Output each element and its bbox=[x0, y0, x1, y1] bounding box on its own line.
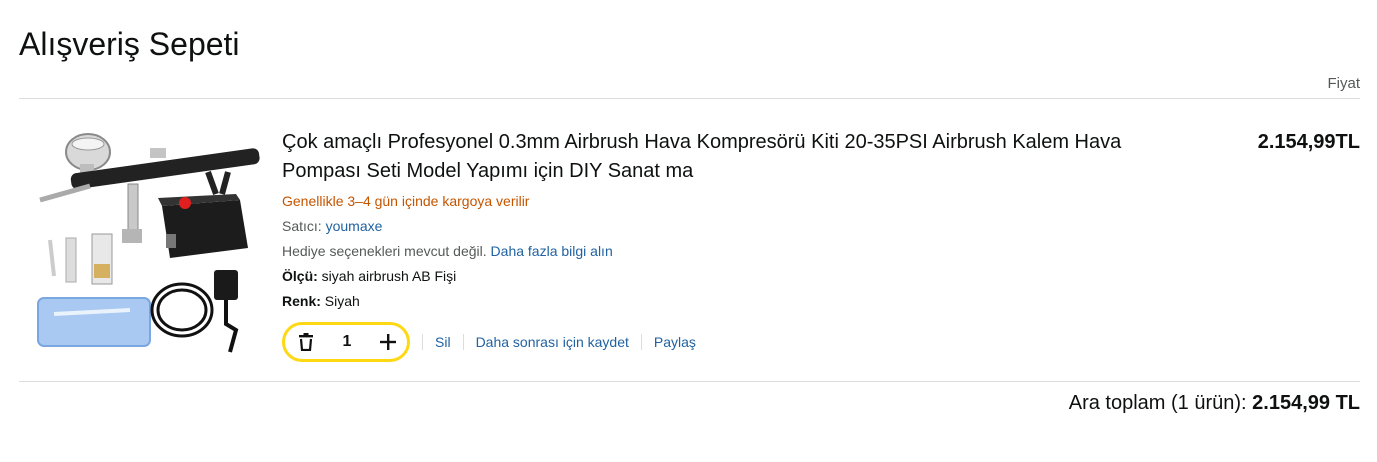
share-link[interactable]: Paylaş bbox=[654, 334, 696, 350]
size-value: siyah airbrush AB Fişi bbox=[321, 268, 457, 284]
gift-options-line: Hediye seçenekleri mevcut değil. Daha fa… bbox=[282, 241, 1182, 261]
quantity-stepper: 1 bbox=[282, 322, 410, 362]
delete-link[interactable]: Sil bbox=[435, 334, 451, 350]
color-label: Renk: bbox=[282, 293, 321, 309]
divider bbox=[19, 381, 1360, 382]
action-separator bbox=[422, 334, 423, 350]
size-line: Ölçü: siyah airbrush AB Fişi bbox=[282, 266, 1182, 286]
size-label: Ölçü: bbox=[282, 268, 318, 284]
gift-options-text: Hediye seçenekleri mevcut değil. bbox=[282, 243, 487, 259]
airbrush-kit-icon bbox=[37, 133, 260, 353]
plus-icon bbox=[380, 334, 396, 350]
seller-link[interactable]: youmaxe bbox=[326, 218, 383, 234]
page-title: Alışveriş Sepeti bbox=[19, 26, 240, 62]
increase-quantity-button[interactable] bbox=[377, 331, 399, 353]
price-column-header: Fiyat bbox=[1327, 75, 1360, 92]
color-line: Renk: Siyah bbox=[282, 291, 1182, 311]
divider bbox=[19, 98, 1360, 99]
seller-line: Satıcı: youmaxe bbox=[282, 216, 1182, 236]
shipping-estimate: Genellikle 3–4 gün içinde kargoya verili… bbox=[282, 193, 530, 209]
action-separator bbox=[462, 334, 464, 350]
seller-label: Satıcı: bbox=[282, 218, 322, 234]
subtotal-label: Ara toplam (1 ürün): bbox=[1068, 392, 1247, 414]
action-separator bbox=[640, 334, 642, 350]
quantity-value: 1 bbox=[342, 333, 352, 350]
product-image[interactable] bbox=[30, 124, 266, 356]
trash-icon bbox=[299, 333, 313, 351]
product-title-link[interactable]: Çok amaçlı Profesyonel 0.3mm Airbrush Ha… bbox=[282, 128, 1142, 186]
gift-info-link[interactable]: Daha fazla bilgi alın bbox=[491, 243, 613, 259]
cart-item-details: Çok amaçlı Profesyonel 0.3mm Airbrush Ha… bbox=[282, 128, 1182, 311]
subtotal: Ara toplam (1 ürün): 2.154,99 TL bbox=[1069, 389, 1360, 417]
color-value: Siyah bbox=[324, 293, 360, 309]
item-actions: 1 Sil Daha sonrası için kaydet Paylaş bbox=[282, 322, 696, 362]
save-for-later-link[interactable]: Daha sonrası için kaydet bbox=[476, 334, 629, 350]
delete-quantity-button[interactable] bbox=[295, 331, 317, 353]
item-price: 2.154,99TL bbox=[1257, 131, 1360, 153]
subtotal-value: 2.154,99 TL bbox=[1252, 392, 1360, 414]
